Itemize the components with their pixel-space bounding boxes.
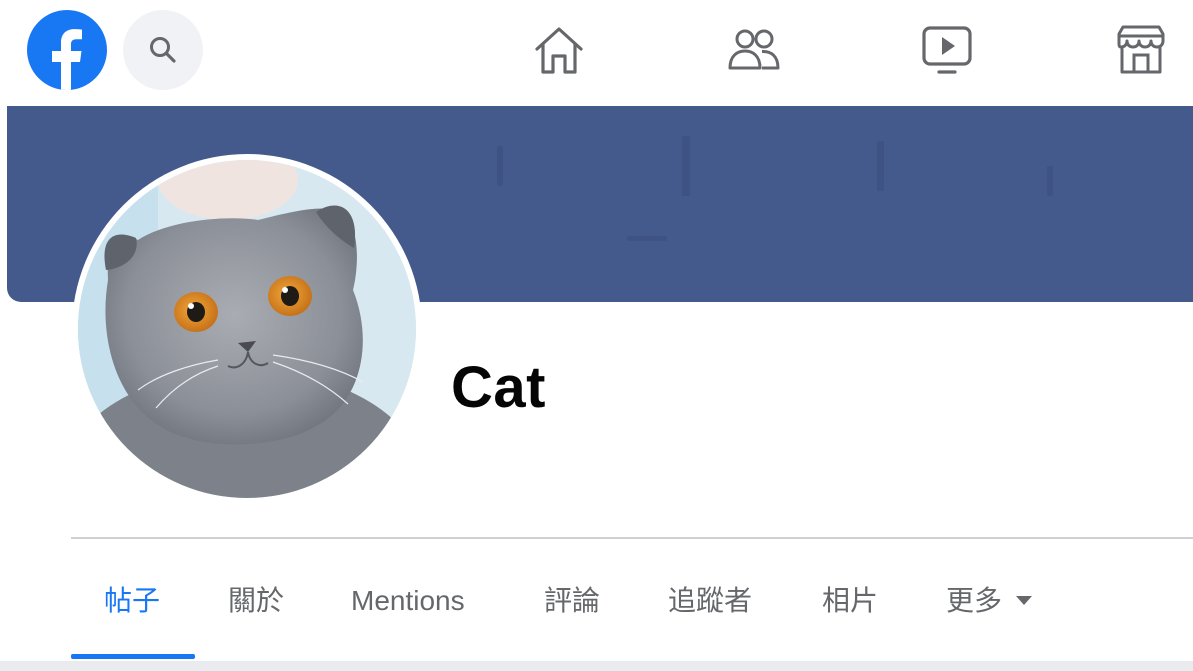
cover-texture [682, 136, 690, 196]
profile-tabs: 帖子 關於 Mentions 評論 追蹤者 相片 更多 [71, 545, 1193, 661]
tab-about[interactable]: 關於 [228, 545, 284, 657]
search-icon [150, 37, 176, 63]
caret-down-icon [1016, 596, 1033, 606]
tab-mentions[interactable]: Mentions [351, 545, 465, 657]
tab-followers[interactable]: 追蹤者 [668, 545, 752, 657]
page-background-strip [0, 661, 1193, 671]
cover-texture [497, 146, 503, 186]
cover-texture [1047, 166, 1053, 196]
tab-label: 關於 [228, 585, 285, 616]
home-icon[interactable] [531, 22, 587, 78]
profile-picture[interactable] [72, 154, 422, 504]
search-button[interactable] [123, 10, 203, 90]
tab-posts[interactable]: 帖子 [104, 545, 160, 657]
tab-reviews[interactable]: 評論 [544, 545, 600, 657]
marketplace-icon[interactable] [1113, 22, 1169, 78]
cover-texture [627, 236, 667, 241]
tab-photos[interactable]: 相片 [822, 545, 878, 657]
tab-label: 追蹤者 [668, 585, 753, 616]
watch-icon[interactable] [919, 22, 975, 78]
top-navigation-bar [0, 0, 1193, 106]
friends-icon[interactable] [726, 22, 782, 78]
tab-more[interactable]: 更多 [946, 545, 1033, 657]
profile-name: Cat [451, 355, 546, 420]
tab-label: 更多 [946, 585, 1003, 616]
tab-label: 評論 [544, 585, 601, 616]
avatar [78, 160, 416, 498]
tab-label: 帖子 [104, 585, 161, 616]
profile-divider [71, 537, 1193, 539]
active-tab-indicator [71, 654, 195, 659]
cover-texture [877, 141, 884, 191]
cat-photo [78, 160, 416, 498]
facebook-logo-icon[interactable] [27, 10, 107, 90]
tab-label: 相片 [822, 585, 879, 616]
tab-label: Mentions [351, 585, 465, 616]
